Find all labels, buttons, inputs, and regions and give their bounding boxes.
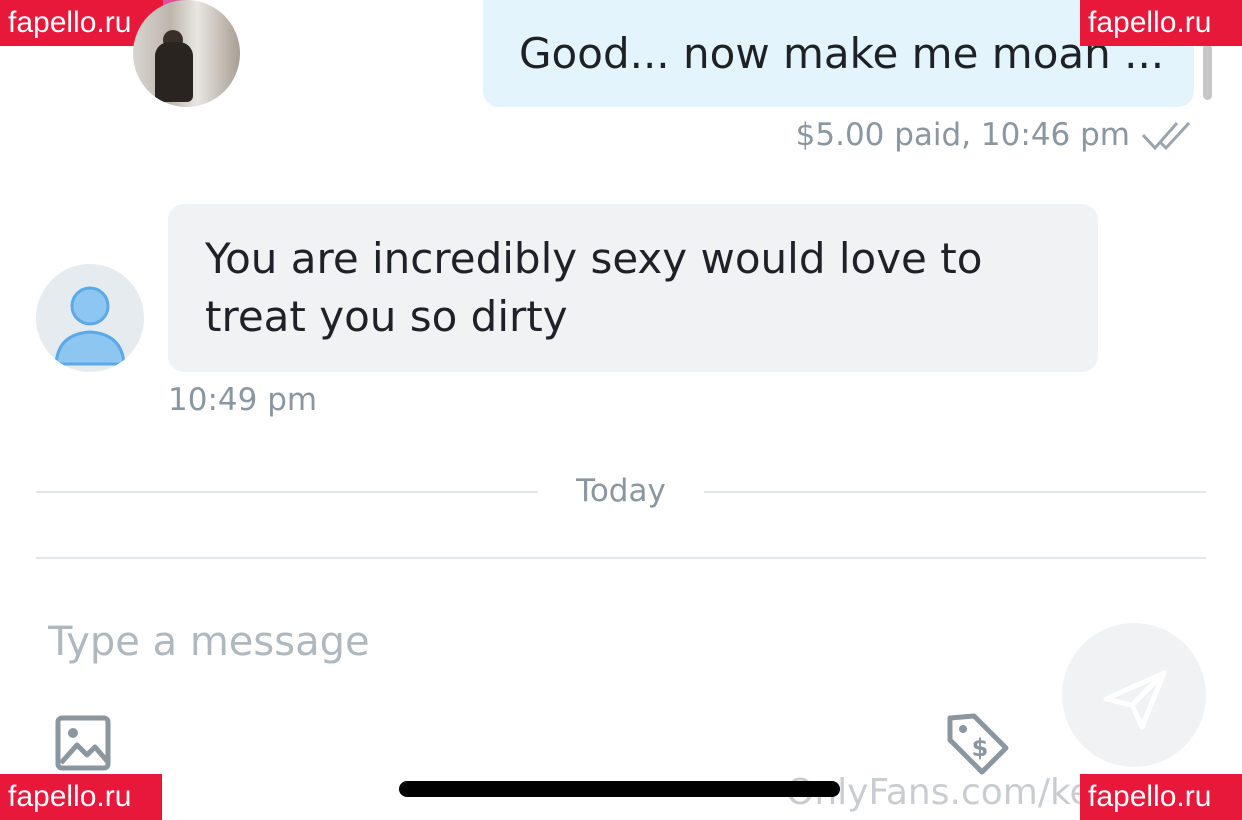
composer-separator [36,557,1206,559]
contact-photo-avatar[interactable] [133,0,240,107]
svg-text:$: $ [972,734,989,762]
image-icon [55,715,111,771]
send-icon [1103,670,1167,730]
default-user-avatar[interactable] [36,264,144,372]
divider-line-right [704,491,1206,493]
scrollbar[interactable] [1203,44,1212,100]
incoming-message-time: 10:49 pm [168,382,318,418]
message-input[interactable] [48,612,948,672]
avatar-figure-body [155,42,193,102]
send-button[interactable] [1062,623,1206,767]
watermark-bottom-left: fapello.ru [0,774,162,820]
add-media-button[interactable] [53,713,115,775]
incoming-message-bubble[interactable]: You are incredibly sexy would love to tr… [168,204,1098,372]
incoming-message-text: You are incredibly sexy would love to tr… [205,234,983,341]
user-icon [54,286,126,366]
watermark-bottom-right: fapello.ru [1080,774,1242,820]
double-check-icon [1141,121,1191,151]
home-indicator[interactable] [399,781,840,797]
outgoing-message-text: Good... now make me moan ... [519,29,1165,78]
outgoing-message-meta: $5.00 paid, 10:46 pm [795,117,1130,153]
divider-line-left [36,491,538,493]
date-divider-label: Today [576,473,666,509]
watermark-top-right: fapello.ru [1080,0,1242,46]
watermark-text: fapello.ru [8,6,132,39]
